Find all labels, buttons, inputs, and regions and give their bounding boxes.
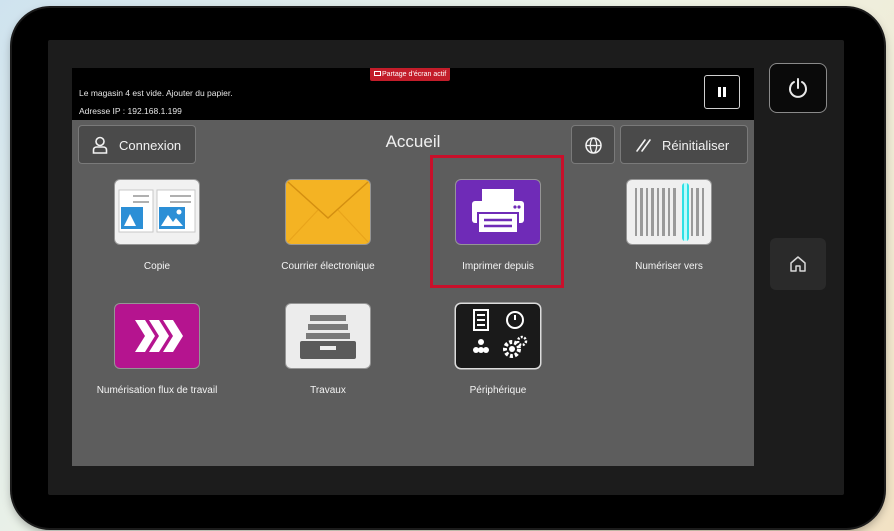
app-jobs[interactable]: Travaux xyxy=(245,304,395,414)
pause-button[interactable] xyxy=(704,75,740,109)
power-button[interactable] xyxy=(769,63,827,113)
page-title: Accueil xyxy=(385,132,441,151)
home-icon xyxy=(790,256,806,272)
reset-button[interactable]: Réinitialiser xyxy=(620,125,748,164)
screen-share-icon xyxy=(374,71,381,76)
login-button[interactable]: Connexion xyxy=(78,125,196,164)
app-label: Numériser vers xyxy=(635,261,703,272)
screen-share-label: Partage d’écran actif xyxy=(382,71,447,78)
reset-icon xyxy=(636,139,651,152)
power-icon xyxy=(789,78,807,98)
ip-address: Adresse IP : 192.168.1.199 xyxy=(79,106,182,116)
app-workflow-scan[interactable]: Numérisation flux de travail xyxy=(74,304,224,414)
copy-icon xyxy=(115,180,199,244)
app-label: Copie xyxy=(143,261,171,272)
globe-icon xyxy=(585,137,602,154)
app-copy[interactable]: Copie xyxy=(74,180,224,290)
status-message: Le magasin 4 est vide. Ajouter du papier… xyxy=(79,88,233,98)
app-email[interactable]: Courrier électronique xyxy=(245,180,395,290)
reset-label: Réinitialiser xyxy=(662,138,730,153)
language-button[interactable] xyxy=(571,125,615,164)
scanner-icon xyxy=(627,180,711,244)
app-label: Périphérique xyxy=(469,385,527,396)
envelope-icon xyxy=(286,180,370,244)
highlight-frame xyxy=(430,155,564,288)
status-bar: Le magasin 4 est vide. Ajouter du papier… xyxy=(72,68,754,120)
app-device[interactable]: Périphérique xyxy=(415,304,565,414)
login-label: Connexion xyxy=(119,138,182,153)
workflow-arrows-icon xyxy=(115,304,199,368)
app-label: Numérisation flux de travail xyxy=(96,385,218,396)
app-label: Courrier électronique xyxy=(281,261,375,272)
screen-share-badge: Partage d’écran actif xyxy=(370,68,451,81)
device-settings-icon xyxy=(456,304,540,368)
user-icon xyxy=(92,136,108,154)
touch-screen: Le magasin 4 est vide. Ajouter du papier… xyxy=(72,68,754,466)
app-label: Travaux xyxy=(310,385,346,396)
app-scan-to[interactable]: Numériser vers xyxy=(586,180,736,290)
home-button[interactable] xyxy=(770,238,826,290)
jobs-tray-icon xyxy=(286,304,370,368)
